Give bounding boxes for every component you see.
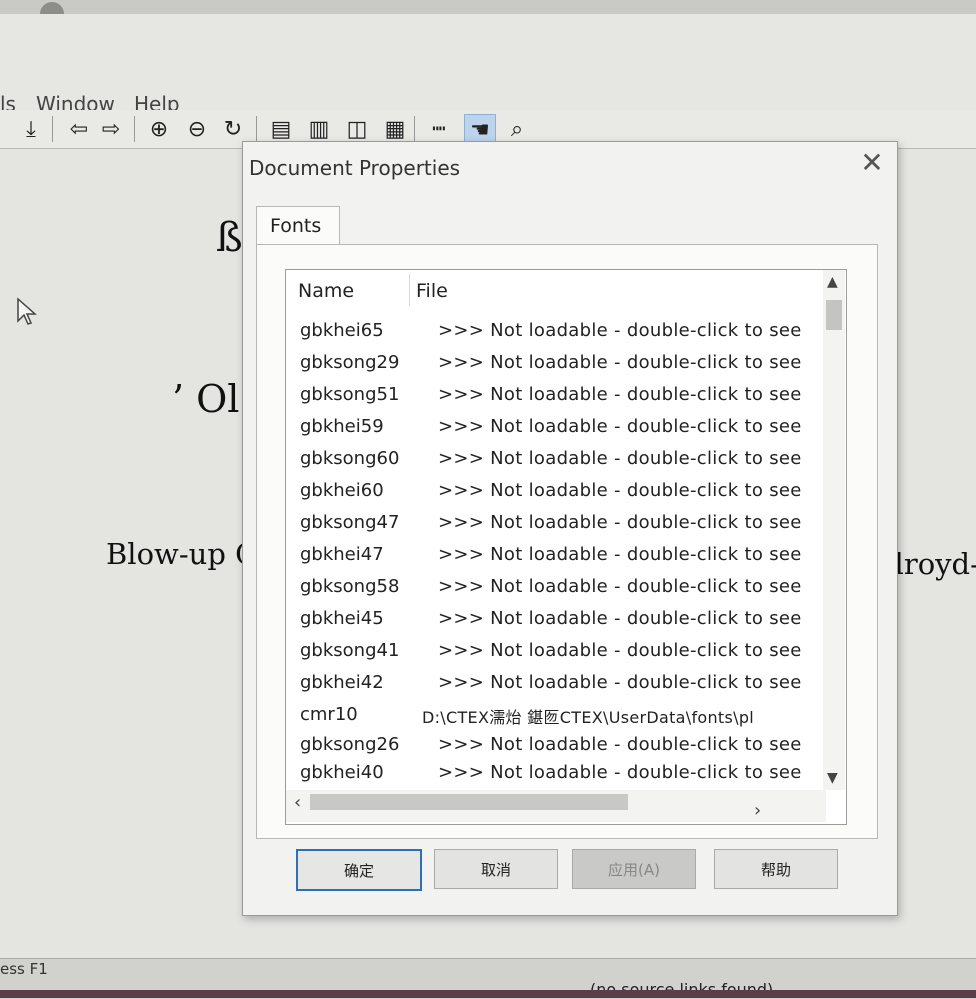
window-titlebar [0,0,976,26]
font-row[interactable]: gbkhei40 >>> Not loadable - double-click … [286,760,826,790]
font-name: gbkhei42 [300,672,384,693]
font-row[interactable]: cmr10 D:\CTEX濡炲 鍖匢CTEX\UserData\fonts\pl [286,702,826,732]
font-name: gbkhei59 [300,416,384,437]
font-row[interactable]: gbksong26 >>> Not loadable - double-click… [286,732,826,762]
document-text-fragment: Blow-up C [106,537,258,571]
font-row[interactable]: gbkhei47 >>> Not loadable - double-click … [286,542,826,572]
toolbar-separator [414,116,415,142]
font-file: >>> Not loadable - double-click to see [438,416,802,437]
font-file: >>> Not loadable - double-click to see [438,734,802,755]
font-file: >>> Not loadable - double-click to see [438,480,802,501]
font-name: gbksong60 [300,448,400,469]
font-row[interactable]: gbkhei45 >>> Not loadable - double-click … [286,606,826,636]
refresh-icon[interactable]: ↻ [218,114,248,144]
scroll-left-icon[interactable]: ‹ [294,792,301,813]
font-name: gbksong41 [300,640,400,661]
ruler-icon[interactable]: ┉ [424,114,454,144]
document-properties-dialog: Document Properties ✕ Fonts Name File gb… [242,141,898,916]
font-file: >>> Not loadable - double-click to see [438,352,802,373]
font-name: gbksong58 [300,576,400,597]
font-file: >>> Not loadable - double-click to see [438,762,802,783]
font-name: gbkhei60 [300,480,384,501]
font-name: gbksong29 [300,352,400,373]
font-row[interactable]: gbksong29 >>> Not loadable - double-click… [286,350,826,380]
help-button[interactable]: 帮助 [714,849,838,889]
toolbar-separator [256,116,257,142]
font-row[interactable]: gbksong60 >>> Not loadable - double-click… [286,446,826,476]
font-row[interactable]: gbkhei59 >>> Not loadable - double-click … [286,414,826,444]
apply-button[interactable]: 应用(A) [572,849,696,889]
font-row[interactable]: gbksong47 >>> Not loadable - double-click… [286,510,826,540]
font-file: >>> Not loadable - double-click to see [438,448,802,469]
tab-fonts-label: Fonts [270,215,322,237]
fonts-list[interactable]: Name File gbkhei65 >>> Not loadable - dou… [285,269,847,825]
zoom-in-icon[interactable]: ⊕ [144,114,174,144]
font-name: gbkhei45 [300,608,384,629]
font-name: gbksong47 [300,512,400,533]
fonts-panel: Name File gbkhei65 >>> Not loadable - dou… [256,244,878,839]
continuous-double-icon[interactable]: ▦ [380,114,410,144]
tab-fonts[interactable]: Fonts [256,206,340,247]
continuous-icon[interactable]: ◫ [342,114,372,144]
font-row[interactable]: gbkhei42 >>> Not loadable - double-click … [286,670,826,700]
font-file: >>> Not loadable - double-click to see [438,544,802,565]
font-name: cmr10 [300,704,358,725]
font-file: >>> Not loadable - double-click to see [438,512,802,533]
font-name: gbkhei47 [300,544,384,565]
mouse-cursor-icon [17,297,37,325]
close-icon[interactable]: ✕ [855,146,889,180]
back-arrow-icon[interactable]: ⇦ [64,114,94,144]
menubar: ls Window Help [0,14,976,116]
font-row[interactable]: gbkhei60 >>> Not loadable - double-click … [286,478,826,508]
dialog-title: Document Properties [249,156,461,180]
toolbar-separator [134,116,135,142]
font-row[interactable]: gbksong51 >>> Not loadable - double-click… [286,382,826,412]
magnify-icon[interactable]: ⌕ [502,114,532,144]
two-page-icon[interactable]: ▥ [304,114,334,144]
scroll-down-icon[interactable]: ▼ [827,770,838,786]
font-name: gbkhei40 [300,762,384,783]
vertical-scroll-thumb[interactable] [826,300,842,330]
column-header-name[interactable]: Name [298,280,354,302]
font-row[interactable]: gbksong41 >>> Not loadable - double-click… [286,638,826,668]
font-name: gbksong26 [300,734,400,755]
font-file: >>> Not loadable - double-click to see [438,608,802,629]
font-name: gbkhei65 [300,320,384,341]
single-page-icon[interactable]: ▤ [266,114,296,144]
cancel-button[interactable]: 取消 [434,849,558,889]
status-hint: ess F1 [0,960,48,978]
taskbar-edge [0,990,976,998]
scroll-right-icon[interactable]: › [754,800,761,821]
ok-button[interactable]: 确定 [296,849,422,891]
font-row[interactable]: gbksong58 >>> Not loadable - double-click… [286,574,826,604]
font-file: >>> Not loadable - double-click to see [438,672,802,693]
font-file: >>> Not loadable - double-click to see [438,576,802,597]
horizontal-scrollbar[interactable]: ‹ › [286,790,826,822]
font-file: D:\CTEX濡炲 鍖匢CTEX\UserData\fonts\pl [422,708,755,727]
forward-arrow-icon[interactable]: ⇨ [96,114,126,144]
font-file: >>> Not loadable - double-click to see [438,640,802,661]
toolbar-separator [52,116,53,142]
horizontal-scroll-thumb[interactable] [310,794,628,810]
zoom-out-icon[interactable]: ⊖ [182,114,212,144]
scroll-up-icon[interactable]: ▲ [827,274,838,290]
document-text-fragment: ß [216,215,243,261]
font-row[interactable]: gbkhei65 >>> Not loadable - double-click … [286,318,826,348]
document-text-fragment: ’ Ol [172,377,240,421]
vertical-scrollbar[interactable]: ▲ ▼ [823,270,845,790]
font-file: >>> Not loadable - double-click to see [438,320,802,341]
column-header-file[interactable]: File [416,280,448,302]
font-name: gbksong51 [300,384,400,405]
column-divider[interactable] [409,274,410,306]
download-icon[interactable]: ⤓ [16,114,46,144]
font-file: >>> Not loadable - double-click to see [438,384,802,405]
